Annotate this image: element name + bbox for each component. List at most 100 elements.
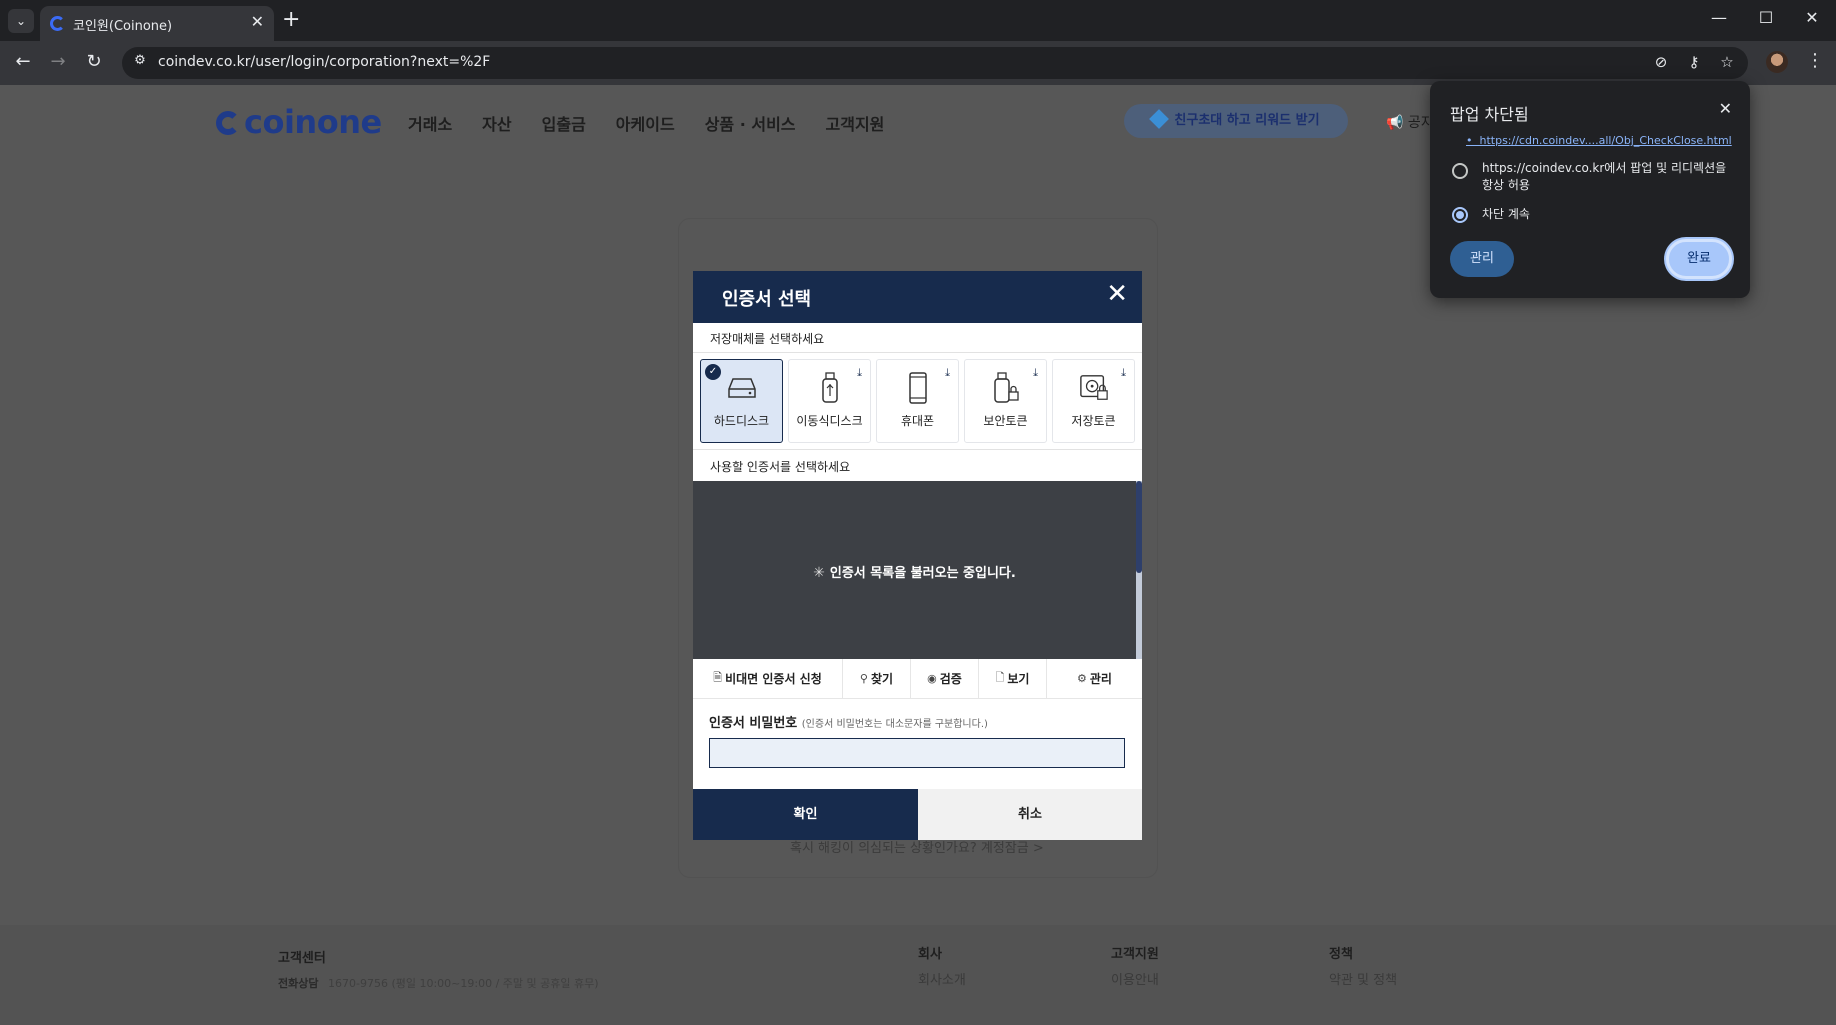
password-label-text: 인증서 비밀번호 <box>709 716 798 731</box>
check-icon: ✓ <box>705 364 721 380</box>
action-label: 비대면 인증서 신청 <box>725 672 822 686</box>
spinner-icon: ✳ <box>813 565 825 581</box>
media-section-label: 저장매체를 선택하세요 <box>710 332 825 346</box>
new-tab-icon[interactable]: + <box>282 7 300 32</box>
allow-popups-radio[interactable] <box>1452 163 1468 179</box>
nav-item-assets[interactable]: 자산 <box>482 111 511 135</box>
address-bar[interactable]: ⚙ coindev.co.kr/user/login/corporation?n… <box>122 47 1748 79</box>
logo-text: coinone <box>244 103 382 141</box>
maximize-icon[interactable]: ☐ <box>1751 8 1781 27</box>
media-security-token[interactable]: ⤓ 보안토큰 <box>964 359 1047 443</box>
nav-item-support[interactable]: 고객지원 <box>826 111 885 135</box>
document-icon: 🗎 <box>713 671 723 684</box>
reload-icon[interactable]: ↻ <box>82 51 106 72</box>
download-icon[interactable]: ⤓ <box>1121 366 1126 380</box>
action-label: 찾기 <box>870 672 894 686</box>
divider <box>693 352 1142 353</box>
scrollbar-thumb[interactable] <box>1136 481 1142 573</box>
download-icon[interactable]: ⤓ <box>857 366 862 380</box>
back-icon[interactable]: ← <box>11 51 35 72</box>
password-label: 인증서 비밀번호 (인증서 비밀번호는 대소문자를 구분합니다.) <box>709 712 988 731</box>
media-label: 저장토큰 <box>1071 414 1116 428</box>
blocked-url: https://cdn.coindev....all/Obj_CheckClos… <box>1479 134 1732 147</box>
manage-popups-button[interactable]: 관리 <box>1450 241 1514 277</box>
cert-section-label: 사용할 인증서를 선택하세요 <box>710 460 851 474</box>
minimize-icon[interactable]: — <box>1704 8 1734 27</box>
phone-icon <box>903 372 933 404</box>
browser-tab[interactable]: 코인원(Coinone) ✕ <box>40 6 274 41</box>
forward-icon[interactable]: → <box>46 51 70 72</box>
main-nav: 거래소 자산 입출금 아케이드 상품 · 서비스 고객지원 <box>408 111 884 135</box>
download-icon[interactable]: ⤓ <box>945 366 950 380</box>
nav-item-deposit-withdraw[interactable]: 입출금 <box>542 111 586 135</box>
certificate-password-input[interactable] <box>709 738 1125 768</box>
certificate-dialog-header: 인증서 선택 ✕ <box>693 271 1142 323</box>
usb-icon <box>815 372 845 403</box>
manage-button[interactable]: ⚙ 관리 <box>1047 659 1142 698</box>
view-button[interactable]: 🗋 보기 <box>979 659 1047 698</box>
confirm-button[interactable]: 확인 <box>693 789 918 840</box>
media-storage-token[interactable]: ⤓ 저장토큰 <box>1052 359 1135 443</box>
close-icon[interactable]: ✕ <box>1106 281 1128 307</box>
footer-phone-label: 전화상담 <box>278 977 319 990</box>
diamond-icon <box>1149 109 1170 129</box>
certificate-list-scrollbar[interactable] <box>1136 481 1142 659</box>
footer-company-head: 회사 <box>918 947 942 962</box>
referral-promo-button[interactable]: 친구초대 하고 리워드 받기 <box>1124 104 1348 138</box>
popup-blocked-icon[interactable]: ⊘ <box>1650 53 1672 71</box>
cancel-button[interactable]: 취소 <box>918 789 1142 840</box>
bookmark-star-icon[interactable]: ☆ <box>1716 53 1738 71</box>
blocked-popup-link[interactable]: • https://cdn.coindev....all/Obj_CheckCl… <box>1466 134 1732 147</box>
footer-support-head: 고객지원 <box>1111 947 1159 962</box>
contactless-cert-button[interactable]: 🗎 비대면 인증서 신청 <box>693 659 843 698</box>
keep-blocking-label[interactable]: 차단 계속 <box>1482 206 1732 223</box>
media-phone[interactable]: ⤓ 휴대폰 <box>876 359 959 443</box>
verify-button[interactable]: ◉ 검증 <box>911 659 979 698</box>
close-icon[interactable]: ✕ <box>1719 99 1732 118</box>
keep-blocking-radio[interactable] <box>1452 207 1468 223</box>
divider <box>693 449 1142 450</box>
profile-avatar[interactable] <box>1766 51 1788 73</box>
storage-media-list: ✓ 하드디스크 ⤓ 이동식디스크 ⤓ 휴대폰 ⤓ 보안토큰 ⤓ 저장토큰 <box>700 359 1136 445</box>
footer-policy-head: 정책 <box>1329 947 1353 962</box>
certificate-dialog: 인증서 선택 ✕ 저장매체를 선택하세요 ✓ 하드디스크 ⤓ 이동식디스크 ⤓ … <box>693 271 1142 840</box>
media-removable-disk[interactable]: ⤓ 이동식디스크 <box>788 359 871 443</box>
footer-company-link[interactable]: 회사소개 <box>918 969 966 988</box>
find-button[interactable]: ⚲ 찾기 <box>843 659 911 698</box>
coinone-favicon-icon <box>50 16 65 31</box>
action-label: 검증 <box>939 672 962 686</box>
tab-search-icon[interactable]: ⌄ <box>8 9 34 33</box>
url-text[interactable]: coindev.co.kr/user/login/corporation?nex… <box>158 54 490 70</box>
password-key-icon[interactable]: ⚷ <box>1683 53 1705 71</box>
media-hard-disk[interactable]: ✓ 하드디스크 <box>700 359 783 443</box>
browser-toolbar: ← → ↻ ⚙ coindev.co.kr/user/login/corpora… <box>0 41 1836 85</box>
coinone-logo-icon <box>216 111 240 135</box>
gear-icon: ⚙ <box>1077 672 1087 685</box>
nav-item-exchange[interactable]: 거래소 <box>408 111 452 135</box>
footer-guide-link[interactable]: 이용안내 <box>1111 969 1159 988</box>
chrome-menu-icon[interactable]: ⋮ <box>1806 50 1824 71</box>
nav-item-products-services[interactable]: 상품 · 서비스 <box>705 111 796 135</box>
site-info-icon[interactable]: ⚙ <box>130 53 150 73</box>
coinone-logo[interactable]: coinone <box>216 103 382 141</box>
window-close-icon[interactable]: ✕ <box>1797 8 1827 27</box>
notice-link[interactable]: 📢 공지 <box>1386 112 1434 132</box>
popup-blocked-title: 팝업 차단됨 <box>1450 105 1529 124</box>
tab-close-icon[interactable]: ✕ <box>251 12 264 31</box>
certificate-list[interactable]: ✳ 인증서 목록을 불러오는 중입니다. <box>693 481 1136 659</box>
popup-blocked-bubble: 팝업 차단됨 ✕ • https://cdn.coindev....all/Ob… <box>1430 81 1750 298</box>
allow-popups-label[interactable]: https://coindev.co.kr에서 팝업 및 리디렉션을 항상 허용 <box>1482 160 1732 194</box>
footer-support-center: 고객센터 <box>278 951 326 966</box>
done-button[interactable]: 완료 <box>1666 239 1732 279</box>
media-label: 하드디스크 <box>713 414 770 428</box>
media-label: 휴대폰 <box>900 414 935 428</box>
tab-title: 코인원(Coinone) <box>73 19 173 34</box>
action-label: 관리 <box>1089 672 1112 686</box>
hard-disk-icon <box>727 374 757 402</box>
footer-phone-detail: 1670-9756 (평일 10:00~19:00 / 주말 및 공휴일 휴무) <box>328 977 599 990</box>
nav-item-arcade[interactable]: 아케이드 <box>616 111 675 135</box>
search-icon: ⚲ <box>859 672 868 685</box>
footer-terms-link[interactable]: 약관 및 정책 <box>1329 969 1397 988</box>
download-icon[interactable]: ⤓ <box>1033 366 1038 380</box>
certificate-actions: 🗎 비대면 인증서 신청 ⚲ 찾기 ◉ 검증 🗋 보기 ⚙ 관리 <box>693 659 1142 699</box>
